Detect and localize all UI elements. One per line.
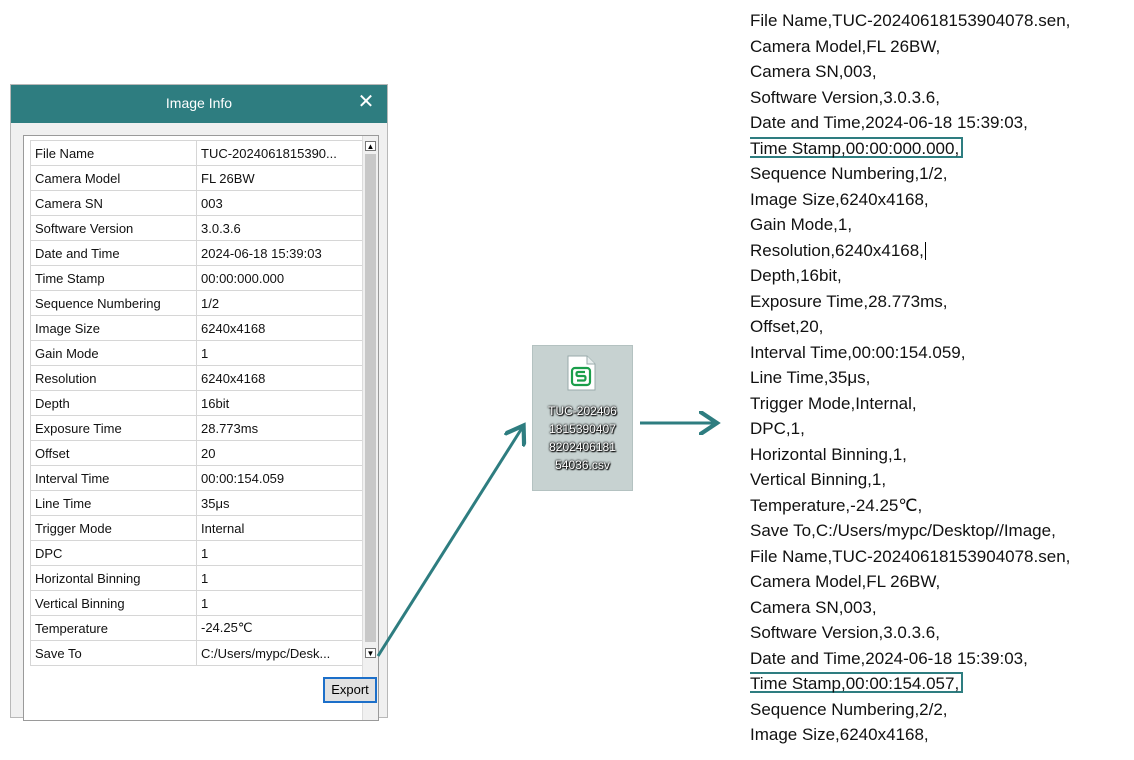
csv-line: Time Stamp,00:00:000.000, <box>750 136 1134 162</box>
csv-line-text: Sequence Numbering,1/2, <box>750 164 948 183</box>
csv-line-text: Interval Time,00:00:154.059, <box>750 342 966 362</box>
csv-line-text: Horizontal Binning,1, <box>750 444 907 464</box>
csv-line: Time Stamp,00:00:154.057, <box>750 671 1134 697</box>
csv-line: Camera Model,FL 26BW, <box>750 569 1134 595</box>
csv-line: Camera Model,FL 26BW, <box>750 34 1134 60</box>
csv-line: Exposure Time,28.773ms, <box>750 289 1134 315</box>
csv-line-text: Camera SN,003, <box>750 597 877 617</box>
csv-line: Horizontal Binning,1, <box>750 442 1134 468</box>
spreadsheet-s-icon <box>567 355 596 391</box>
csv-line: Camera SN,003, <box>750 59 1134 85</box>
csv-line-text: Camera Model,FL 26BW, <box>750 572 941 591</box>
csv-line-text: Camera SN,003, <box>750 62 877 81</box>
csv-line: File Name,TUC-20240618153904078.sen, <box>750 8 1134 34</box>
csv-line-text: DPC,1, <box>750 419 805 438</box>
csv-line: Camera SN,003, <box>750 595 1134 621</box>
csv-line: Save To,C:/Users/mypc/Desktop//Image, <box>750 518 1134 544</box>
file-name-line: TUC-202406 <box>548 404 617 418</box>
csv-line: Sequence Numbering,1/2, <box>750 161 1134 187</box>
csv-line-text: Image Size,6240x4168, <box>750 725 929 744</box>
csv-line: DPC,1, <box>750 416 1134 442</box>
csv-line: Interval Time,00:00:154.059, <box>750 340 1134 366</box>
csv-line-text: Exposure Time,28.773ms, <box>750 291 948 311</box>
csv-line-text: Offset,20, <box>750 317 824 336</box>
csv-line-text: Resolution,6240x4168, <box>750 240 924 260</box>
csv-line: Image Size,6240x4168, <box>750 187 1134 213</box>
csv-line-text: Time Stamp,00:00:000.000, <box>750 138 960 158</box>
csv-line-text: Image Size,6240x4168, <box>750 189 929 209</box>
csv-line: Date and Time,2024-06-18 15:39:03, <box>750 646 1134 672</box>
csv-line: Resolution,6240x4168, <box>750 238 1134 264</box>
csv-line: Offset,20, <box>750 314 1134 340</box>
export-to-file-arrow <box>376 428 522 657</box>
csv-line-text: Camera Model,FL 26BW, <box>750 36 941 56</box>
text-caret <box>924 242 926 261</box>
csv-line: Sequence Numbering,2/2, <box>750 697 1134 723</box>
csv-line-text: Vertical Binning,1, <box>750 470 887 489</box>
file-name-line: 54036.csv <box>555 458 610 472</box>
csv-line: File Name,TUC-20240618153904078.sen, <box>750 544 1134 570</box>
csv-line-text: Gain Mode,1, <box>750 215 853 234</box>
csv-line: Line Time,35μs, <box>750 365 1134 391</box>
csv-file-name: TUC-202406 1815390407 8202406181 54036.csv <box>533 402 632 474</box>
csv-line-text: Depth,16bit, <box>750 266 842 285</box>
csv-line-text: Time Stamp,00:00:154.057, <box>750 674 960 693</box>
csv-line-text: Save To,C:/Users/mypc/Desktop//Image, <box>750 521 1056 540</box>
csv-file-icon-tile[interactable]: TUC-202406 1815390407 8202406181 54036.csv <box>532 345 633 491</box>
csv-line-text: Date and Time,2024-06-18 15:39:03, <box>750 648 1028 668</box>
csv-line: Gain Mode,1, <box>750 212 1134 238</box>
csv-line-text: Software Version,3.0.3.6, <box>750 87 940 107</box>
csv-line: Depth,16bit, <box>750 263 1134 289</box>
csv-line: Vertical Binning,1, <box>750 467 1134 493</box>
csv-line-text: Temperature,-24.25℃, <box>750 495 923 515</box>
csv-line: Software Version,3.0.3.6, <box>750 85 1134 111</box>
csv-line: Date and Time,2024-06-18 15:39:03, <box>750 110 1134 136</box>
csv-line-text: Line Time,35μs, <box>750 368 871 387</box>
csv-line-text: File Name,TUC-20240618153904078.sen, <box>750 546 1071 566</box>
csv-line: Trigger Mode,Internal, <box>750 391 1134 417</box>
csv-line: Image Size,6240x4168, <box>750 722 1134 748</box>
csv-line-text: Trigger Mode,Internal, <box>750 393 917 413</box>
csv-line: Temperature,-24.25℃, <box>750 493 1134 519</box>
csv-line-text: Sequence Numbering,2/2, <box>750 699 948 719</box>
csv-line-text: Software Version,3.0.3.6, <box>750 623 940 642</box>
csv-line: Software Version,3.0.3.6, <box>750 620 1134 646</box>
file-name-line: 1815390407 <box>549 422 616 436</box>
csv-text-view: File Name,TUC-20240618153904078.sen, Came… <box>750 8 1134 760</box>
csv-line-text: File Name,TUC-20240618153904078.sen, <box>750 11 1071 30</box>
file-name-line: 8202406181 <box>549 440 616 454</box>
csv-line-text: Date and Time,2024-06-18 15:39:03, <box>750 113 1028 132</box>
